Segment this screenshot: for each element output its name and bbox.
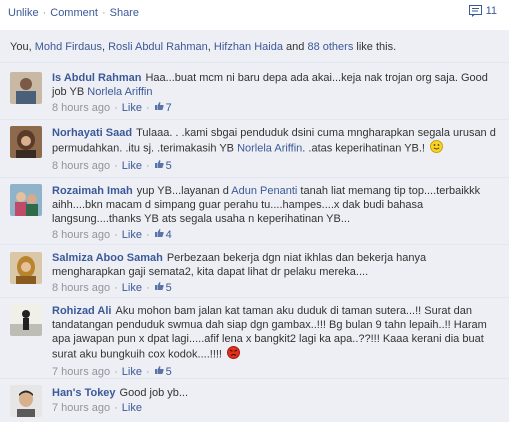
comment-text: Rozaimah Imah yup YB...layanan d Adun Pen… — [52, 184, 499, 226]
comment-text: Is Abdul Rahman Haa...buat mcm ni baru de… — [52, 71, 499, 99]
avatar[interactable] — [10, 126, 42, 158]
comment-body: Aku mohon bam jalan kat taman aku duduk … — [52, 305, 487, 361]
post-feedback-panel: Unlike · Comment · Share 11 You, Mohd Fi… — [0, 0, 509, 422]
comment-item: Is Abdul Rahman Haa...buat mcm ni baru de… — [0, 63, 509, 120]
comment-text: Rohizad Ali Aku mohon bam jalan kat taman… — [52, 304, 499, 363]
like-link[interactable]: Like — [122, 102, 142, 114]
comment-text: Norhayati Saad Tulaaa. . .kami sbgai pend… — [52, 126, 499, 157]
avatar[interactable] — [10, 184, 42, 216]
comments-count: 11 — [485, 5, 497, 17]
timestamp[interactable]: 7 hours ago — [52, 366, 110, 378]
comment-meta: 8 hours ago · Like · 5 — [52, 281, 172, 294]
likes-suffix: like this. — [356, 41, 397, 53]
tagged-user-link[interactable]: Norlela Ariffin — [237, 142, 302, 154]
unlike-link[interactable]: Unlike — [8, 7, 39, 19]
comment-meta: 7 hours ago · Like · 5 — [52, 365, 172, 378]
like-link[interactable]: Like — [122, 229, 142, 241]
like-count[interactable]: 7 — [166, 102, 172, 114]
likes-and: and — [286, 41, 305, 53]
thumbs-up-icon — [154, 365, 164, 378]
comment-item: Rozaimah Imah yup YB...layanan d Adun Pen… — [0, 178, 509, 245]
liker-link[interactable]: Hifzhan Haida — [214, 41, 283, 53]
avatar[interactable] — [10, 72, 42, 104]
avatar[interactable] — [10, 304, 42, 336]
like-count[interactable]: 4 — [166, 229, 172, 241]
share-link[interactable]: Share — [110, 7, 139, 19]
thumbs-up-icon — [154, 101, 164, 114]
timestamp[interactable]: 8 hours ago — [52, 160, 110, 172]
comment-text: Han's Tokey Good job yb... — [52, 386, 499, 400]
avatar[interactable] — [10, 385, 42, 417]
comment-author-link[interactable]: Rohizad Ali — [52, 305, 111, 317]
like-link[interactable]: Like — [122, 160, 142, 172]
comment-author-link[interactable]: Is Abdul Rahman — [52, 72, 141, 84]
comment-author-link[interactable]: Han's Tokey — [52, 387, 116, 399]
comment-meta: 8 hours ago · Like · 4 — [52, 228, 172, 241]
tagged-page-link[interactable]: Adun Penanti — [231, 185, 297, 197]
comment-body: Good job yb... — [119, 387, 189, 399]
separator-dot: · — [101, 7, 106, 19]
comment-meta: 8 hours ago · Like · 7 — [52, 101, 172, 114]
post-actions: Unlike · Comment · Share — [8, 5, 139, 21]
comment-item: Norhayati Saad Tulaaa. . .kami sbgai pend… — [0, 120, 509, 178]
comment-author-link[interactable]: Salmiza Aboo Samah — [52, 252, 163, 264]
liker-link[interactable]: Rosli Abdul Rahman — [108, 41, 208, 53]
comment-body: yup YB...layanan d — [136, 185, 229, 197]
timestamp[interactable]: 8 hours ago — [52, 282, 110, 294]
liker-link[interactable]: Mohd Firdaus — [35, 41, 102, 53]
avatar[interactable] — [10, 252, 42, 284]
likes-sentence: You, Mohd Firdaus, Rosli Abdul Rahman, H… — [10, 41, 397, 53]
comment-item: Rohizad Ali Aku mohon bam jalan kat taman… — [0, 298, 509, 379]
comment-item: Han's Tokey Good job yb... 7 hours ago · L… — [0, 379, 509, 422]
smile-emoji-icon — [430, 140, 444, 157]
comment-body-cont: . .atas keperihatinan YB.! — [302, 142, 425, 155]
separator-dot: · — [42, 7, 47, 19]
comment-bubble-icon — [468, 5, 482, 17]
like-link[interactable]: Like — [122, 282, 142, 294]
thumbs-up-icon — [154, 281, 164, 294]
thumbs-up-icon — [154, 228, 164, 241]
comment-meta: 8 hours ago · Like · 5 — [52, 159, 172, 172]
like-count[interactable]: 5 — [166, 366, 172, 378]
thumbs-up-icon — [154, 159, 164, 172]
timestamp[interactable]: 8 hours ago — [52, 102, 110, 114]
comment-author-link[interactable]: Rozaimah Imah — [52, 185, 133, 197]
comment-meta: 7 hours ago · Like — [52, 402, 142, 414]
comment-author-link[interactable]: Norhayati Saad — [52, 127, 132, 139]
like-count[interactable]: 5 — [166, 160, 172, 172]
timestamp[interactable]: 7 hours ago — [52, 402, 110, 414]
like-link[interactable]: Like — [122, 402, 142, 414]
comment-item: Salmiza Aboo Samah Perbezaan bekerja dgn … — [0, 245, 509, 298]
like-link[interactable]: Like — [122, 366, 142, 378]
timestamp[interactable]: 8 hours ago — [52, 229, 110, 241]
like-count[interactable]: 5 — [166, 282, 172, 294]
comments-count-button[interactable]: 11 — [468, 5, 497, 17]
others-link[interactable]: 88 others — [307, 41, 353, 53]
likes-you: You — [10, 41, 29, 53]
comment-text: Salmiza Aboo Samah Perbezaan bekerja dgn … — [52, 251, 499, 279]
angry-emoji-icon — [227, 346, 241, 363]
tagged-user-link[interactable]: Norlela Ariffin — [87, 86, 152, 98]
likes-summary: You, Mohd Firdaus, Rosli Abdul Rahman, H… — [0, 30, 509, 63]
comment-link[interactable]: Comment — [50, 7, 98, 19]
